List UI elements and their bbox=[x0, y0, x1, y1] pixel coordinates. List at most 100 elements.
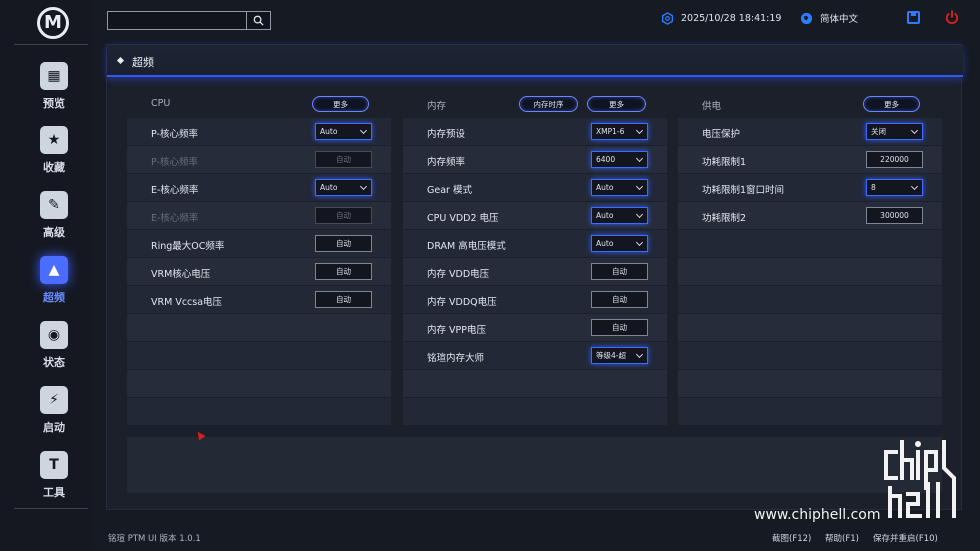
empty-row bbox=[678, 258, 942, 285]
chevron-down-icon bbox=[635, 182, 644, 191]
save-icon[interactable] bbox=[907, 11, 920, 24]
setting-row: VRM Vccsa电压 自动 bbox=[127, 286, 391, 313]
save-restart-button[interactable]: 保存并重启(F10) bbox=[873, 532, 938, 544]
sidebar-item-label: 超频 bbox=[43, 291, 65, 304]
cpu-more-button[interactable]: 更多 bbox=[312, 96, 369, 112]
memory-heading: 内存 bbox=[427, 101, 447, 112]
memory-frequency-select[interactable]: 6400 bbox=[591, 151, 648, 168]
e-core-ratio-disabled: 自动 bbox=[315, 207, 372, 224]
screenshot-button[interactable]: 截图(F12) bbox=[772, 532, 811, 544]
setting-label: 铭瑄内存大师 bbox=[427, 353, 485, 364]
page-title: 超频 bbox=[132, 56, 154, 69]
empty-row bbox=[678, 314, 942, 341]
power-limit1-window-select[interactable]: 8 bbox=[866, 179, 923, 196]
empty-row bbox=[678, 342, 942, 369]
select-value: Auto bbox=[596, 211, 614, 220]
setting-label: 功耗限制1窗口时间 bbox=[702, 185, 785, 196]
memory-vdd-voltage-button[interactable]: 自动 bbox=[591, 263, 648, 280]
chevron-down-icon bbox=[359, 126, 368, 135]
tool-box-icon: T bbox=[40, 451, 68, 479]
setting-row: 内存频率 6400 bbox=[403, 146, 667, 173]
setting-row: 内存 VDDQ电压 自动 bbox=[403, 286, 667, 313]
datetime-text: 2025/10/28 18:41:19 bbox=[681, 12, 782, 24]
sidebar-item-boot[interactable]: ⚡ 启动 bbox=[26, 382, 82, 438]
power-limit2-field[interactable]: 300000 bbox=[866, 207, 923, 224]
chevron-down-icon bbox=[635, 154, 644, 163]
sidebar-item-overclock[interactable]: ▲ 超频 bbox=[26, 252, 82, 308]
memory-more-button[interactable]: 更多 bbox=[587, 96, 646, 112]
setting-label: E-核心频率 bbox=[151, 213, 199, 224]
memory-timing-button[interactable]: 内存时序 bbox=[519, 96, 578, 112]
language-selector[interactable]: 简体中文 bbox=[800, 10, 858, 26]
cpu-vdd2-voltage-select[interactable]: Auto bbox=[591, 207, 648, 224]
version-text: 铭瑄 PTM UI 版本 1.0.1 bbox=[108, 534, 201, 544]
sidebar-item-favorites[interactable]: ★ 收藏 bbox=[26, 122, 82, 178]
power-more-button[interactable]: 更多 bbox=[863, 96, 920, 112]
sidebar-item-preview[interactable]: ▦ 预览 bbox=[26, 58, 82, 114]
ring-oc-ratio-button[interactable]: 自动 bbox=[315, 235, 372, 252]
gear-mode-select[interactable]: Auto bbox=[591, 179, 648, 196]
maxsun-logo: M bbox=[37, 7, 69, 39]
cpu-heading: CPU bbox=[151, 98, 171, 109]
setting-row: 功耗限制2 300000 bbox=[678, 202, 942, 229]
dram-high-voltage-select[interactable]: Auto bbox=[591, 235, 648, 252]
sidebar-item-label: 工具 bbox=[43, 486, 65, 499]
setting-label: Gear 模式 bbox=[427, 185, 472, 196]
sidebar-item-tools[interactable]: T 工具 bbox=[26, 447, 82, 503]
chevron-down-icon bbox=[910, 126, 919, 135]
search-input[interactable] bbox=[112, 15, 242, 27]
select-value: 6400 bbox=[596, 155, 616, 164]
empty-row bbox=[678, 398, 942, 425]
setting-label: 内存 VPP电压 bbox=[427, 325, 486, 336]
status-icon: ◉ bbox=[40, 321, 68, 349]
setting-label: E-核心频率 bbox=[151, 185, 199, 196]
chevron-down-icon bbox=[635, 350, 644, 359]
sidebar-item-label: 高级 bbox=[43, 226, 65, 239]
setting-label: VRM核心电压 bbox=[151, 269, 211, 280]
setting-row: E-核心频率 自动 bbox=[127, 202, 391, 229]
chiphell-watermark-logo bbox=[884, 440, 956, 518]
memory-profile-select[interactable]: XMP1-6 bbox=[591, 123, 648, 140]
select-value: XMP1-6 bbox=[596, 127, 625, 136]
sidebar-item-label: 启动 bbox=[43, 421, 65, 434]
search-box bbox=[107, 11, 271, 30]
main-panel: 超频 CPU 更多 P-核心频率 Auto P-核心频率 自动 E-核心频率 A… bbox=[106, 44, 963, 510]
ssd-icon: ⚡ bbox=[40, 386, 68, 414]
power-icon[interactable] bbox=[945, 10, 959, 25]
power-limit1-field[interactable]: 220000 bbox=[866, 151, 923, 168]
setting-label: Ring最大OC频率 bbox=[151, 241, 225, 252]
sidebar-item-advanced[interactable]: ✎ 高级 bbox=[26, 187, 82, 243]
rocket-icon: ▲ bbox=[40, 256, 68, 284]
setting-row: E-核心频率 Auto bbox=[127, 174, 391, 201]
vrm-vccsa-voltage-button[interactable]: 自动 bbox=[315, 291, 372, 308]
setting-row: 功耗限制1 220000 bbox=[678, 146, 942, 173]
memory-vddq-voltage-button[interactable]: 自动 bbox=[591, 291, 648, 308]
setting-row: 内存预设 XMP1-6 bbox=[403, 118, 667, 145]
empty-row bbox=[678, 370, 942, 397]
search-icon bbox=[253, 15, 264, 26]
gear-clock-icon bbox=[661, 11, 674, 25]
p-core-ratio-select[interactable]: Auto bbox=[315, 123, 372, 140]
p-core-ratio-disabled: 自动 bbox=[315, 151, 372, 168]
chevron-down-icon bbox=[635, 210, 644, 219]
memory-vpp-voltage-button[interactable]: 自动 bbox=[591, 319, 648, 336]
vrm-core-voltage-button[interactable]: 自动 bbox=[315, 263, 372, 280]
power-header: 供电 更多 bbox=[678, 90, 942, 118]
language-text: 简体中文 bbox=[820, 14, 859, 25]
divider bbox=[14, 508, 88, 509]
empty-row bbox=[403, 370, 667, 397]
voltage-protection-select[interactable]: 关闭 bbox=[866, 123, 923, 140]
setting-label: CPU VDD2 电压 bbox=[427, 213, 499, 224]
memory-master-select[interactable]: 等级4-超 bbox=[591, 347, 648, 364]
sidebar-item-label: 状态 bbox=[43, 356, 65, 369]
help-button[interactable]: 帮助(F1) bbox=[825, 532, 859, 544]
setting-row: CPU VDD2 电压 Auto bbox=[403, 202, 667, 229]
e-core-ratio-select[interactable]: Auto bbox=[315, 179, 372, 196]
search-button[interactable] bbox=[246, 12, 270, 29]
sidebar-item-status[interactable]: ◉ 状态 bbox=[26, 317, 82, 373]
select-value: Auto bbox=[596, 239, 614, 248]
datetime-display[interactable]: 2025/10/28 18:41:19 bbox=[661, 10, 781, 26]
globe-icon bbox=[800, 12, 813, 25]
sidebar-item-label: 收藏 bbox=[43, 161, 65, 174]
empty-row bbox=[127, 370, 391, 397]
